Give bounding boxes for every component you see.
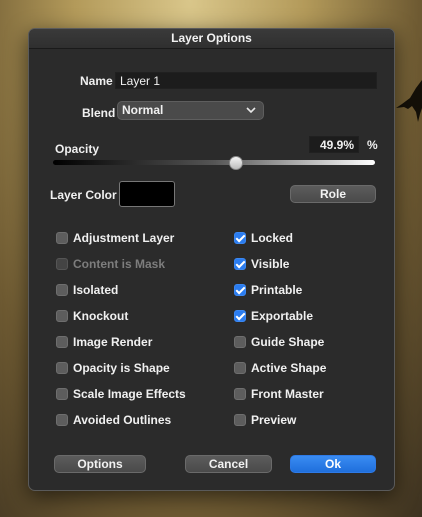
checkbox-unchecked-icon[interactable]	[56, 232, 68, 244]
checkbox-label: Scale Image Effects	[73, 387, 186, 401]
checkbox-label: Guide Shape	[251, 335, 325, 349]
checkbox-knockout[interactable]: Knockout	[56, 308, 128, 324]
checkbox-label: Preview	[251, 413, 297, 427]
opacity-label: Opacity	[55, 142, 100, 156]
checkbox-label: Avoided Outlines	[73, 413, 172, 427]
checkbox-content-is-mask: Content is Mask	[56, 256, 165, 272]
checkbox-checked-icon[interactable]	[234, 232, 246, 244]
blend-mode-select[interactable]: Normal	[117, 101, 264, 120]
opacity-unit: %	[367, 138, 378, 152]
checkbox-label: Exportable	[251, 309, 314, 323]
options-button[interactable]: Options	[54, 455, 146, 473]
checkbox-label: Adjustment Layer	[73, 231, 175, 245]
cancel-button[interactable]: Cancel	[185, 455, 272, 473]
checkbox-label: Printable	[251, 283, 303, 297]
role-button[interactable]: Role	[290, 185, 376, 203]
name-field[interactable]	[115, 72, 377, 89]
checkbox-unchecked-icon[interactable]	[234, 362, 246, 374]
checkbox-unchecked-icon[interactable]	[234, 336, 246, 348]
checkbox-label: Locked	[251, 231, 294, 245]
checkbox-front-master[interactable]: Front Master	[234, 386, 324, 402]
checkbox-label: Knockout	[73, 309, 129, 323]
checkbox-image-render[interactable]: Image Render	[56, 334, 152, 350]
checkbox-label: Isolated	[73, 283, 119, 297]
checkbox-isolated[interactable]: Isolated	[56, 282, 118, 298]
checkbox-unchecked-icon[interactable]	[234, 388, 246, 400]
checkbox-opacity-is-shape[interactable]: Opacity is Shape	[56, 360, 170, 376]
checkbox-preview[interactable]: Preview	[234, 412, 296, 428]
checkbox-unchecked-icon[interactable]	[56, 388, 68, 400]
checkbox-unchecked-icon[interactable]	[56, 284, 68, 296]
checkbox-label: Visible	[251, 257, 290, 271]
blend-mode-value: Normal	[122, 103, 164, 117]
checkbox-label: Active Shape	[251, 361, 327, 375]
checkbox-label: Front Master	[251, 387, 324, 401]
checkbox-unchecked-icon[interactable]	[56, 310, 68, 322]
checkbox-visible[interactable]: Visible	[234, 256, 289, 272]
dialog-title: Layer Options	[29, 29, 394, 49]
checkbox-checked-icon[interactable]	[234, 284, 246, 296]
checkbox-label: Content is Mask	[73, 257, 166, 271]
checkbox-unchecked-icon[interactable]	[56, 336, 68, 348]
checkbox-checked-icon[interactable]	[234, 258, 246, 270]
checkbox-unchecked-icon	[56, 258, 68, 270]
checkbox-active-shape[interactable]: Active Shape	[234, 360, 326, 376]
opacity-slider-knob[interactable]	[229, 156, 243, 170]
checkbox-label: Opacity is Shape	[73, 361, 170, 375]
layer-color-swatch[interactable]	[119, 181, 175, 207]
checkbox-unchecked-icon[interactable]	[56, 362, 68, 374]
checkbox-unchecked-icon[interactable]	[56, 414, 68, 426]
chevron-down-icon	[246, 107, 256, 114]
opacity-slider[interactable]	[53, 156, 375, 170]
ok-button[interactable]: Ok	[290, 455, 376, 473]
layer-options-dialog: Layer Options Name Blend Normal Opacity …	[28, 28, 395, 491]
opacity-field[interactable]	[309, 136, 359, 153]
checkbox-adjustment-layer[interactable]: Adjustment Layer	[56, 230, 174, 246]
checkbox-label: Image Render	[73, 335, 153, 349]
bird-silhouette-image	[396, 80, 422, 122]
checkbox-guide-shape[interactable]: Guide Shape	[234, 334, 324, 350]
blend-label: Blend	[82, 106, 116, 120]
checkbox-scale-image-effects[interactable]: Scale Image Effects	[56, 386, 186, 402]
checkbox-checked-icon[interactable]	[234, 310, 246, 322]
layer-color-label: Layer Color	[50, 188, 117, 202]
checkbox-unchecked-icon[interactable]	[234, 414, 246, 426]
name-label: Name	[80, 74, 113, 88]
checkbox-exportable[interactable]: Exportable	[234, 308, 313, 324]
checkbox-avoided-outlines[interactable]: Avoided Outlines	[56, 412, 171, 428]
checkbox-locked[interactable]: Locked	[234, 230, 293, 246]
checkbox-printable[interactable]: Printable	[234, 282, 302, 298]
